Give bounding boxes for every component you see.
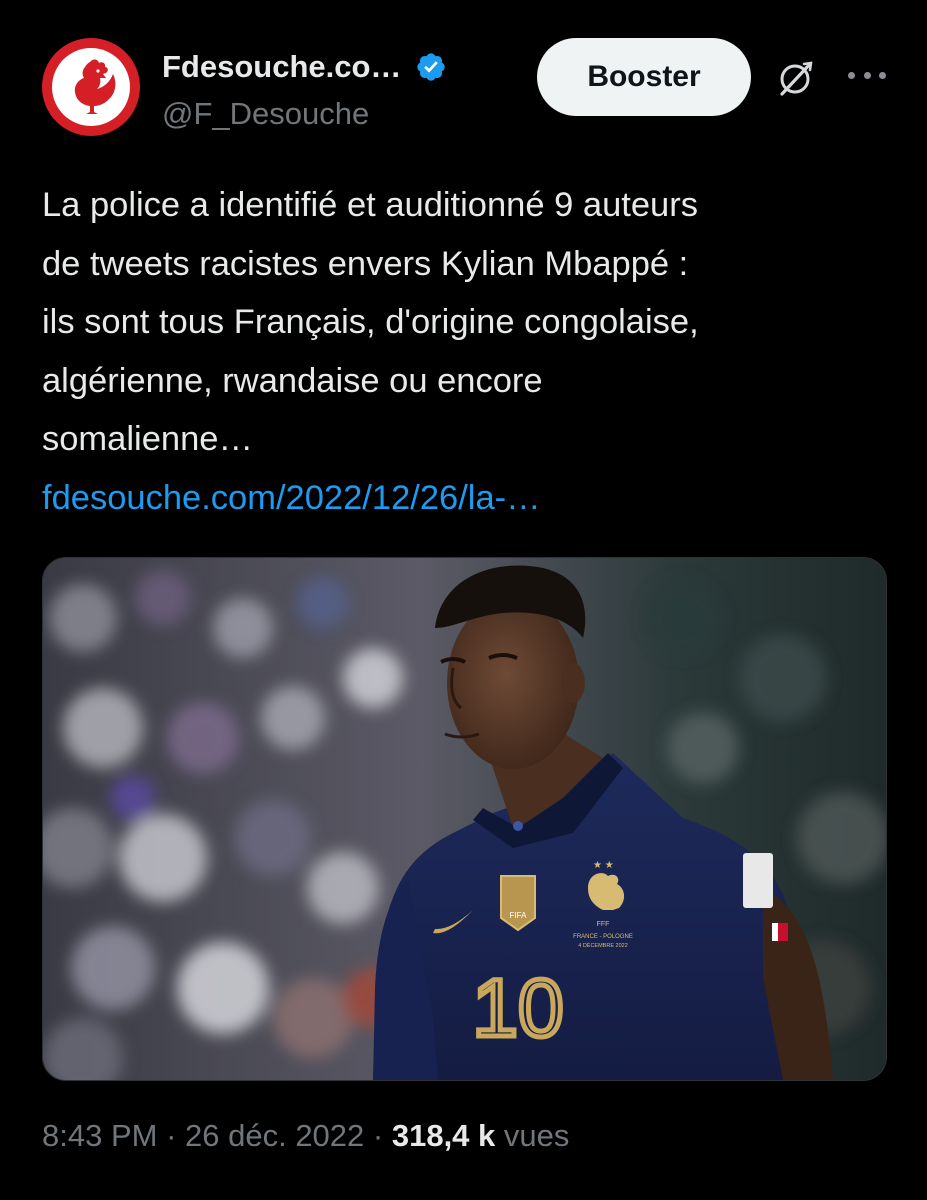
grok-icon[interactable] [774,56,818,100]
more-dot [879,71,886,79]
more-options-icon[interactable] [848,60,886,90]
jersey-match-text: FRANCE - POLOGNE [573,934,633,940]
author-avatar[interactable] [42,38,140,136]
verified-badge-icon[interactable] [415,51,447,83]
jersey-badge-text: FIFA [510,911,528,920]
jersey-crest-text: FFF [597,921,610,928]
author-display-name[interactable]: Fdesouche.co… [162,49,401,85]
tweet-time[interactable]: 8:43 PM [42,1118,157,1153]
display-name-row: Fdesouche.co… [162,44,522,90]
svg-text:★ ★: ★ ★ [593,860,614,871]
tweet-text-line: de tweets racistes envers Kylian Mbappé … [42,244,689,283]
jersey-number: 10 [472,963,563,1054]
tweet-body: La police a identifié et auditionné 9 au… [42,176,892,527]
more-dot [848,71,855,79]
booster-button[interactable]: Booster [537,38,751,116]
author-info[interactable]: Fdesouche.co… @F_Desouche [162,44,522,132]
views-label: vues [503,1118,570,1153]
tweet-text-line: somalienne… [42,420,253,458]
rooster-logo-icon [52,48,130,126]
tweet-meta: 8:43 PM · 26 déc. 2022 · 318,4 k vues [42,1118,892,1154]
jersey-date-text: 4 DÉCEMBRE 2022 [578,942,628,949]
more-dot [863,71,871,79]
author-handle[interactable]: @F_Desouche [162,96,522,132]
meta-separator: · [364,1118,392,1153]
tweet-date[interactable]: 26 déc. 2022 [185,1118,364,1153]
tweet-link[interactable]: fdesouche.com/2022/12/26/la-… [42,469,892,528]
tweet-text-line: ils sont tous Français, d'origine congol… [42,303,699,341]
meta-separator: · [157,1118,186,1153]
tweet-text-line: algérienne, rwandaise ou encore [42,361,543,400]
views-count[interactable]: 318,4 k [392,1118,495,1153]
tweet-header: Fdesouche.co… @F_Desouche Booster [42,38,892,138]
tweet-text-line: La police a identifié et auditionné 9 au… [42,186,698,224]
tweet-media-image[interactable]: FIFA ★ ★ FFF FRANCE - POLOGNE 4 DÉCEMBRE… [42,557,887,1081]
